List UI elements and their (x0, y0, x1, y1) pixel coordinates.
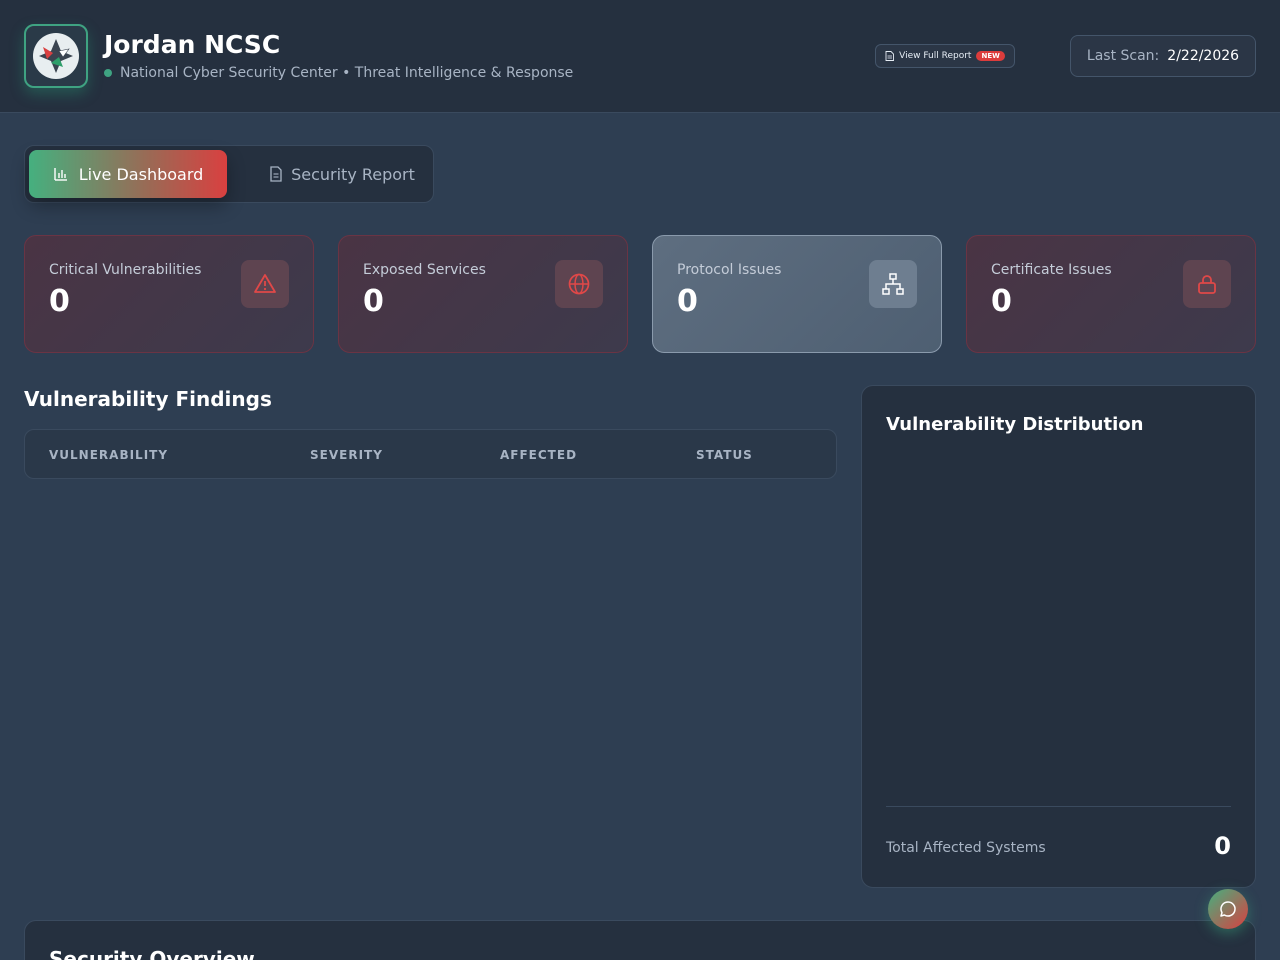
stat-card-certificate: Certificate Issues 0 (966, 235, 1256, 353)
stat-label: Exposed Services (363, 262, 486, 278)
report-button-label: View Full Report (899, 51, 972, 61)
findings-table-header: VULNERABILITY SEVERITY AFFECTED STATUS (24, 429, 837, 479)
warning-icon (241, 260, 289, 308)
distribution-title: Vulnerability Distribution (886, 414, 1144, 435)
chat-button[interactable] (1208, 889, 1248, 929)
vulnerability-distribution-panel: Vulnerability Distribution Total Affecte… (861, 385, 1256, 888)
globe-icon (555, 260, 603, 308)
tab-live-label: Live Dashboard (78, 164, 204, 184)
ncsc-logo (24, 24, 88, 88)
stat-label: Critical Vulnerabilities (49, 262, 202, 278)
column-header-vulnerability[interactable]: VULNERABILITY (49, 448, 168, 462)
network-icon (869, 260, 917, 308)
column-header-severity[interactable]: SEVERITY (310, 448, 383, 462)
document-icon (885, 51, 895, 61)
view-full-report-button[interactable]: View Full Report NEW (875, 44, 1015, 68)
tab-report-label: Security Report (291, 164, 415, 184)
divider (886, 806, 1231, 807)
lock-icon (1183, 260, 1231, 308)
view-tabs: Live Dashboard Security Report (24, 145, 434, 203)
chat-bubble-icon (1220, 901, 1236, 917)
stat-label: Certificate Issues (991, 262, 1112, 278)
tab-security-report[interactable]: Security Report (257, 150, 427, 198)
subtitle-text: National Cyber Security Center • Threat … (120, 65, 574, 81)
status-dot-icon (104, 69, 112, 77)
stat-card-protocol: Protocol Issues 0 (652, 235, 942, 353)
last-scan-value: 2/22/2026 (1167, 48, 1240, 64)
security-overview-panel: Security Overview (24, 920, 1256, 960)
column-header-status[interactable]: STATUS (696, 448, 753, 462)
stat-value: 0 (677, 284, 698, 319)
stat-label: Protocol Issues (677, 262, 782, 278)
stat-value: 0 (49, 284, 70, 319)
tab-live-dashboard[interactable]: Live Dashboard (29, 150, 227, 198)
stat-value: 0 (991, 284, 1012, 319)
stat-card-exposed: Exposed Services 0 (338, 235, 628, 353)
column-header-affected[interactable]: AFFECTED (500, 448, 577, 462)
total-affected-label: Total Affected Systems (886, 840, 1046, 856)
stat-card-critical: Critical Vulnerabilities 0 (24, 235, 314, 353)
last-scan-label: Last Scan: (1086, 48, 1160, 64)
page-title: Jordan NCSC (104, 30, 281, 59)
total-affected-value: 0 (1214, 832, 1231, 860)
logo-emblem-icon (33, 33, 79, 79)
page-subtitle: National Cyber Security Center • Threat … (104, 65, 573, 81)
findings-title: Vulnerability Findings (24, 387, 272, 411)
new-badge: NEW (976, 51, 1005, 61)
stat-value: 0 (363, 284, 384, 319)
top-header: Jordan NCSC National Cyber Security Cent… (0, 0, 1280, 113)
bar-chart-icon (54, 168, 67, 181)
document-icon (270, 166, 282, 182)
last-scan-box: Last Scan: 2/22/2026 (1070, 35, 1256, 77)
overview-title: Security Overview (49, 947, 255, 960)
